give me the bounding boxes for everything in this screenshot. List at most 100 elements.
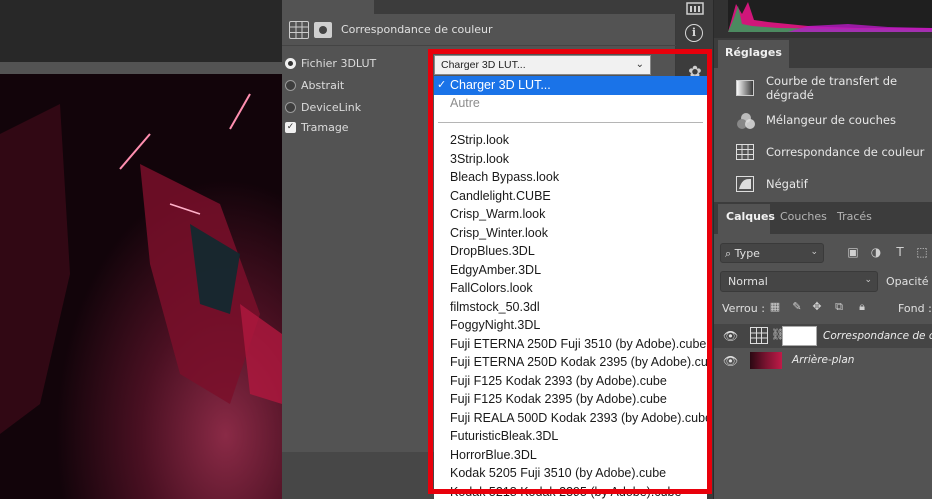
lut-dropdown-list: ✓ Charger 3D LUT... Autre 2Strip.look 3Strip… — [434, 76, 707, 499]
dropdown-item[interactable]: DropBlues.3DL — [434, 242, 707, 261]
lock-position-icon[interactable]: ✥ — [810, 300, 824, 314]
layer-filter-select[interactable]: ⌕ Type ⌄ — [720, 243, 824, 263]
adjustment-label: Courbe de transfert de dégradé — [766, 74, 898, 102]
adjustment-label: Mélangeur de couches — [766, 113, 896, 127]
lock-all-icon[interactable]: 🔒︎ — [855, 300, 869, 314]
option-devicelink[interactable]: DeviceLink — [285, 101, 361, 114]
blend-mode-value: Normal — [728, 275, 768, 288]
info-icon[interactable]: i — [685, 24, 703, 42]
search-icon: ⌕ — [725, 247, 732, 260]
tab-adjustments[interactable]: Réglages — [718, 40, 789, 68]
color-lookup-icon — [736, 144, 756, 160]
option-label: Abstrait — [301, 79, 345, 92]
layer-mask-icon[interactable] — [314, 22, 332, 38]
dropdown-item[interactable]: Fuji ETERNA 250D Fuji 3510 (by Adobe).cu… — [434, 335, 707, 354]
tab-layers[interactable]: Calques — [726, 210, 775, 223]
option-3dlut-file[interactable]: Fichier 3DLUT — [285, 57, 376, 70]
adjustment-thumbnail — [750, 327, 768, 344]
fill-label: Fond : — [898, 302, 932, 315]
dropdown-separator — [438, 122, 703, 123]
blend-mode-select[interactable]: Normal ⌄ — [720, 271, 878, 292]
lock-image-icon[interactable]: ✎ — [790, 300, 804, 314]
dropdown-item[interactable]: ✓ Charger 3D LUT... — [434, 76, 707, 95]
adjustment-label: Négatif — [766, 177, 808, 191]
option-label: Tramage — [301, 121, 349, 134]
lut-file-select[interactable]: Charger 3D LUT... ⌄ — [434, 55, 651, 75]
dropdown-item[interactable]: filmstock_50.3dl — [434, 298, 707, 317]
mask-thumbnail[interactable] — [782, 326, 817, 346]
dropdown-item[interactable]: Fuji F125 Kodak 2393 (by Adobe).cube — [434, 372, 707, 391]
option-abstract[interactable]: Abstrait — [285, 79, 344, 92]
layer-row[interactable]: 👁︎ Arrière-plan — [714, 349, 932, 373]
tab-paths[interactable]: Tracés — [837, 210, 872, 223]
histogram-graph — [728, 0, 932, 32]
lock-transparency-icon[interactable]: ▦ — [768, 300, 782, 314]
type-filter-icon[interactable]: T — [892, 244, 908, 260]
layer-row[interactable]: 👁︎ ⛓︎ Correspondance de coul — [714, 324, 932, 348]
properties-tabbar — [282, 0, 676, 14]
layer-name[interactable]: Correspondance de coul — [823, 330, 932, 342]
layer-thumbnail — [750, 352, 782, 369]
dropdown-item[interactable]: Kodak 5218 Kodak 2395 (by Adobe).cube — [434, 483, 707, 499]
dropdown-item[interactable]: Crisp_Winter.look — [434, 224, 707, 243]
option-label: Fichier 3DLUT — [301, 57, 377, 70]
option-label: DeviceLink — [301, 101, 362, 114]
canvas-ruler — [0, 62, 282, 74]
layer-filter-value: Type — [734, 247, 760, 260]
gradient-map-icon — [736, 80, 756, 96]
dropdown-item[interactable]: FuturisticBleak.3DL — [434, 427, 707, 446]
dropdown-item[interactable]: Fuji ETERNA 250D Kodak 2395 (by Adobe).c… — [434, 353, 707, 372]
canvas-area[interactable] — [0, 0, 282, 499]
dropdown-item[interactable]: Crisp_Warm.look — [434, 205, 707, 224]
properties-title: Correspondance de couleur — [341, 23, 493, 36]
document-image[interactable] — [0, 74, 282, 499]
right-panels: Réglages Courbe de transfert de dégradé … — [714, 0, 932, 499]
chevron-down-icon: ⌄ — [810, 247, 818, 257]
adjustment-label: Correspondance de couleur — [766, 145, 925, 159]
adjustment-channel-mixer[interactable]: Mélangeur de couches — [714, 104, 932, 136]
dropdown-item[interactable]: EdgyAmber.3DL — [434, 261, 707, 280]
checkbox-dither[interactable]: ✓ — [285, 122, 296, 133]
tab-channels[interactable]: Couches — [780, 210, 827, 223]
libraries-icon[interactable] — [684, 0, 706, 20]
shape-filter-icon[interactable]: ⬚ — [914, 244, 930, 260]
dropdown-item-label: Charger 3D LUT... — [450, 78, 551, 92]
dropdown-item[interactable]: FallColors.look — [434, 279, 707, 298]
layers-tabbar: Calques Couches Tracés — [714, 202, 932, 234]
checkmark-icon: ✓ — [437, 79, 447, 91]
chevron-down-icon: ⌄ — [635, 59, 644, 70]
dropdown-item[interactable]: FoggyNight.3DL — [434, 316, 707, 335]
option-dither[interactable]: ✓ Tramage — [285, 121, 349, 134]
radio-devicelink[interactable] — [285, 102, 296, 113]
adjustment-color-lookup[interactable]: Correspondance de couleur — [714, 136, 932, 168]
eye-icon[interactable]: 👁︎ — [723, 354, 738, 368]
dropdown-item[interactable]: 3Strip.look — [434, 150, 707, 169]
histogram-panel — [714, 0, 932, 38]
tab-properties[interactable] — [282, 0, 374, 14]
dropdown-item[interactable]: HorrorBlue.3DL — [434, 446, 707, 465]
dropdown-item: Autre — [450, 96, 480, 110]
dropdown-item[interactable]: 2Strip.look — [434, 131, 707, 150]
lock-artboard-icon[interactable]: ⧉ — [832, 300, 846, 314]
dropdown-item[interactable]: Fuji REALA 500D Kodak 2393 (by Adobe).cu… — [434, 409, 707, 428]
color-lookup-grid-icon[interactable] — [289, 21, 309, 39]
eye-icon[interactable]: 👁︎ — [723, 329, 738, 343]
adjustment-invert[interactable]: Négatif — [714, 168, 932, 200]
pixel-filter-icon[interactable]: ▣ — [845, 244, 861, 260]
properties-header: Correspondance de couleur — [282, 14, 676, 46]
chevron-down-icon: ⌄ — [864, 275, 872, 285]
layer-name[interactable]: Arrière-plan — [792, 354, 854, 366]
adjustment-filter-icon[interactable]: ◑ — [868, 244, 884, 260]
dropdown-item[interactable]: Kodak 5205 Fuji 3510 (by Adobe).cube — [434, 464, 707, 483]
opacity-label: Opacité : — [886, 275, 932, 288]
dropdown-item[interactable]: Fuji F125 Kodak 2395 (by Adobe).cube — [434, 390, 707, 409]
dropdown-item[interactable]: Bleach Bypass.look — [434, 168, 707, 187]
adjustments-tabbar: Réglages — [714, 38, 932, 68]
invert-icon — [736, 176, 756, 192]
adjustment-gradient-map[interactable]: Courbe de transfert de dégradé — [714, 72, 932, 104]
radio-abstract[interactable] — [285, 80, 296, 91]
channel-mixer-icon — [736, 112, 756, 129]
artwork — [0, 74, 282, 499]
dropdown-item[interactable]: Candlelight.CUBE — [434, 187, 707, 206]
radio-3dlut-file[interactable] — [285, 58, 296, 69]
